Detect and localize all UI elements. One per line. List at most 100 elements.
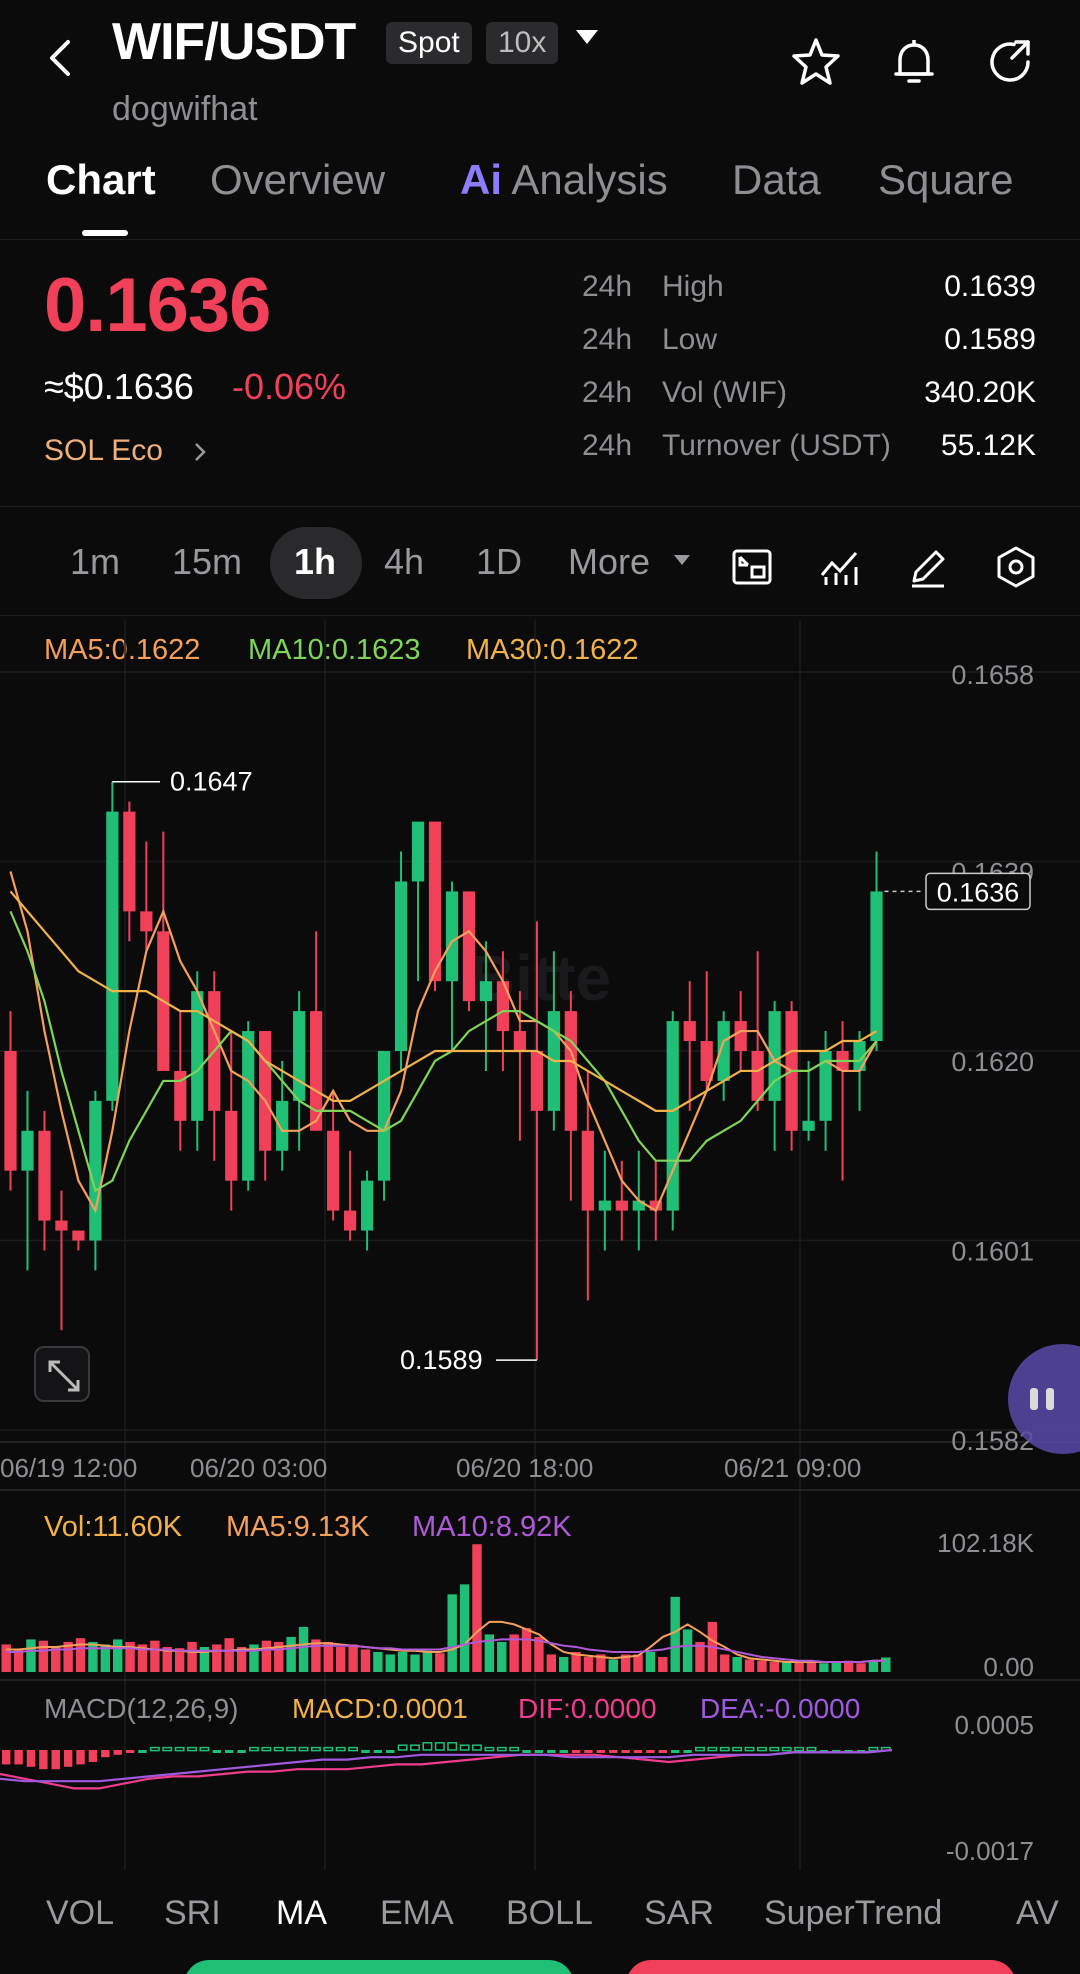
volume-ma5-legend: MA5:9.13K [226,1511,370,1543]
volume-bar [75,1638,86,1672]
interval-1d[interactable]: 1D [476,541,522,583]
buy-button[interactable] [184,1960,574,1974]
candle-body [276,1100,289,1151]
expand-icon[interactable] [34,1346,90,1402]
stat-label: Low [662,323,718,356]
volume-bar [769,1661,780,1672]
macd-histogram-bar [609,1750,618,1753]
indicator-boll[interactable]: BOLL [506,1894,593,1933]
macd-histogram-bar [781,1746,792,1752]
share-icon[interactable] [984,36,1036,88]
indicator-ema[interactable]: EMA [380,1894,454,1933]
draw-pen-icon[interactable] [906,545,950,589]
leverage-tag[interactable]: 10x [486,22,559,64]
eco-link[interactable]: SOL Eco [44,434,163,468]
stat-label: Vol (WIF) [662,376,787,409]
tab-chart[interactable]: Chart [46,156,156,204]
star-icon[interactable] [790,36,842,88]
volume-bar [856,1663,866,1672]
macd-histogram-bar [633,1750,643,1753]
candle-body [598,1200,611,1211]
indicator-sar[interactable]: SAR [644,1894,714,1933]
interval-1h[interactable]: 1h [294,541,336,583]
macd-histogram-bar [459,1744,470,1751]
volume-bar [781,1661,792,1672]
macd-histogram-bar [571,1750,581,1753]
macd-histogram-bar [249,1746,259,1752]
price-axis-label: 0.1601 [951,1237,1034,1267]
volume-bar [546,1654,557,1672]
volume-bar [868,1660,879,1672]
usd-price: ≈$0.1636 [44,366,194,407]
interval-15m[interactable]: 15m [172,541,242,583]
indicator-supertrend[interactable]: SuperTrend [764,1894,942,1933]
candle-body [140,911,153,932]
candle-body [445,891,459,982]
volume-bar [26,1639,36,1672]
interval-1m[interactable]: 1m [70,541,120,583]
macd-histogram-bar [484,1746,495,1752]
volume-bar [335,1646,346,1672]
candle-body [462,891,476,1002]
candle-body [870,891,883,1042]
candle-body [343,1210,357,1231]
bell-icon[interactable] [888,36,940,88]
indicator-vol[interactable]: VOL [46,1894,114,1933]
chevron-right-icon[interactable] [190,440,210,464]
volume-bar [397,1651,408,1672]
macd-histogram-bar [125,1750,135,1753]
indicator-av[interactable]: AV [1016,1894,1059,1933]
candle-body [581,1130,594,1211]
volume-bar [645,1651,656,1672]
candlestick-chart[interactable]: 0.16580.16390.16200.16010.1582Bitte0.164… [0,620,1080,1870]
stat-row: 24h Vol (WIF) 340.20K [582,376,1036,429]
macd-histogram-bar [732,1746,743,1752]
volume-bar [583,1656,594,1672]
candle-body [802,1120,815,1131]
macd-axis-label: -0.0017 [946,1836,1034,1866]
macd-histogram-bar [348,1746,359,1752]
macd-histogram-bar [224,1750,234,1753]
macd-histogram-bar [187,1746,197,1752]
macd-histogram-bar [149,1746,160,1752]
macd-histogram-bar [496,1746,507,1752]
tab-analysis[interactable]: Ai Analysis [460,156,668,204]
back-arrow-icon[interactable] [40,36,84,80]
settings-icon[interactable] [994,545,1038,589]
stat-period: 24h [582,323,633,356]
stat-value: 0.1639 [944,270,1036,303]
tab-overview[interactable]: Overview [210,156,385,204]
pair-title[interactable]: WIF/USDT [112,12,356,72]
candle-body [411,821,425,882]
interval-4h[interactable]: 4h [384,541,424,583]
volume-bar [472,1544,482,1672]
price-change: -0.06% [232,366,347,407]
macd-histogram-bar [472,1744,482,1751]
volume-bar [298,1626,309,1672]
chevron-down-icon[interactable] [576,30,598,44]
indicator-ma[interactable]: MA [276,1894,327,1933]
chart-area[interactable]: MA5:0.1622 MA10:0.1623 MA30:0.1622 0.165… [0,620,1080,1870]
stat-period: 24h [582,376,633,409]
indicator-sri[interactable]: SRI [164,1894,221,1933]
ai-badge: Ai [460,156,502,203]
indicator-icon[interactable] [818,545,862,589]
sell-button[interactable] [626,1960,1016,1974]
volume-bar [286,1636,296,1672]
interval-more[interactable]: More [568,541,650,583]
volume-bar [373,1651,383,1672]
macd-histogram-bar [138,1750,147,1753]
volume-bar [497,1641,507,1672]
chevron-down-icon[interactable] [674,555,690,565]
dif-legend: DIF:0.0000 [518,1693,657,1724]
macd-histogram-bar [39,1750,48,1770]
macd-histogram-bar [298,1746,309,1752]
tab-data[interactable]: Data [732,156,821,204]
volume-bar [88,1641,98,1672]
candle-body [225,1110,238,1181]
time-axis-label: 06/20 03:00 [190,1453,327,1483]
landscape-icon[interactable] [730,545,774,589]
tab-square[interactable]: Square [878,156,1013,204]
macd-histogram-bar [14,1750,23,1765]
stat-row: 24h Low 0.1589 [582,323,1036,376]
